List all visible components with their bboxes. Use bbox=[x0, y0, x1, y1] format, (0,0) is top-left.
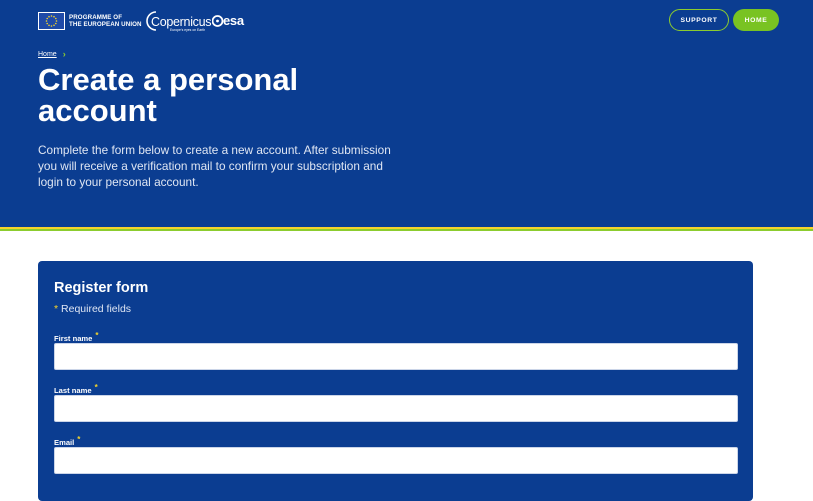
email-label: Email * bbox=[54, 435, 80, 447]
required-asterisk: * bbox=[94, 383, 98, 392]
accent-stripe-green bbox=[0, 229, 813, 231]
required-asterisk: * bbox=[95, 331, 99, 340]
first-name-label-text: First name bbox=[54, 334, 93, 343]
intro-text: Complete the form below to create a new … bbox=[38, 143, 391, 189]
breadcrumb: Home › bbox=[38, 50, 66, 59]
last-name-label: Last name * bbox=[54, 383, 98, 395]
chevron-right-icon: › bbox=[62, 49, 66, 59]
copernicus-logo-text[interactable]: Copernicus bbox=[151, 15, 212, 29]
eu-flag-icon[interactable] bbox=[38, 12, 65, 30]
eu-programme-logo-text[interactable]: PROGRAMME OF THE EUROPEAN UNION bbox=[69, 14, 142, 29]
required-asterisk: * bbox=[77, 435, 81, 444]
support-button[interactable]: SUPPORT bbox=[669, 9, 729, 31]
required-fields-note: * Required fields bbox=[54, 303, 131, 315]
first-name-input[interactable] bbox=[54, 343, 738, 370]
last-name-input[interactable] bbox=[54, 395, 738, 422]
breadcrumb-home-link[interactable]: Home bbox=[38, 51, 57, 58]
copernicus-tagline: Europe's eyes on Earth bbox=[170, 28, 206, 32]
page-title: Create a personal account bbox=[38, 62, 299, 128]
last-name-label-text: Last name bbox=[54, 386, 92, 395]
first-name-label: First name * bbox=[54, 331, 99, 343]
home-button[interactable]: HOME bbox=[733, 9, 779, 31]
required-asterisk: * bbox=[54, 303, 59, 315]
email-input[interactable] bbox=[54, 447, 738, 474]
email-label-text: Email bbox=[54, 438, 75, 447]
esa-logo-text[interactable]: esa bbox=[223, 13, 244, 28]
required-note-text: Required fields bbox=[61, 303, 132, 315]
register-form: Register form * Required fields First na… bbox=[38, 261, 753, 501]
form-title: Register form bbox=[54, 280, 149, 296]
